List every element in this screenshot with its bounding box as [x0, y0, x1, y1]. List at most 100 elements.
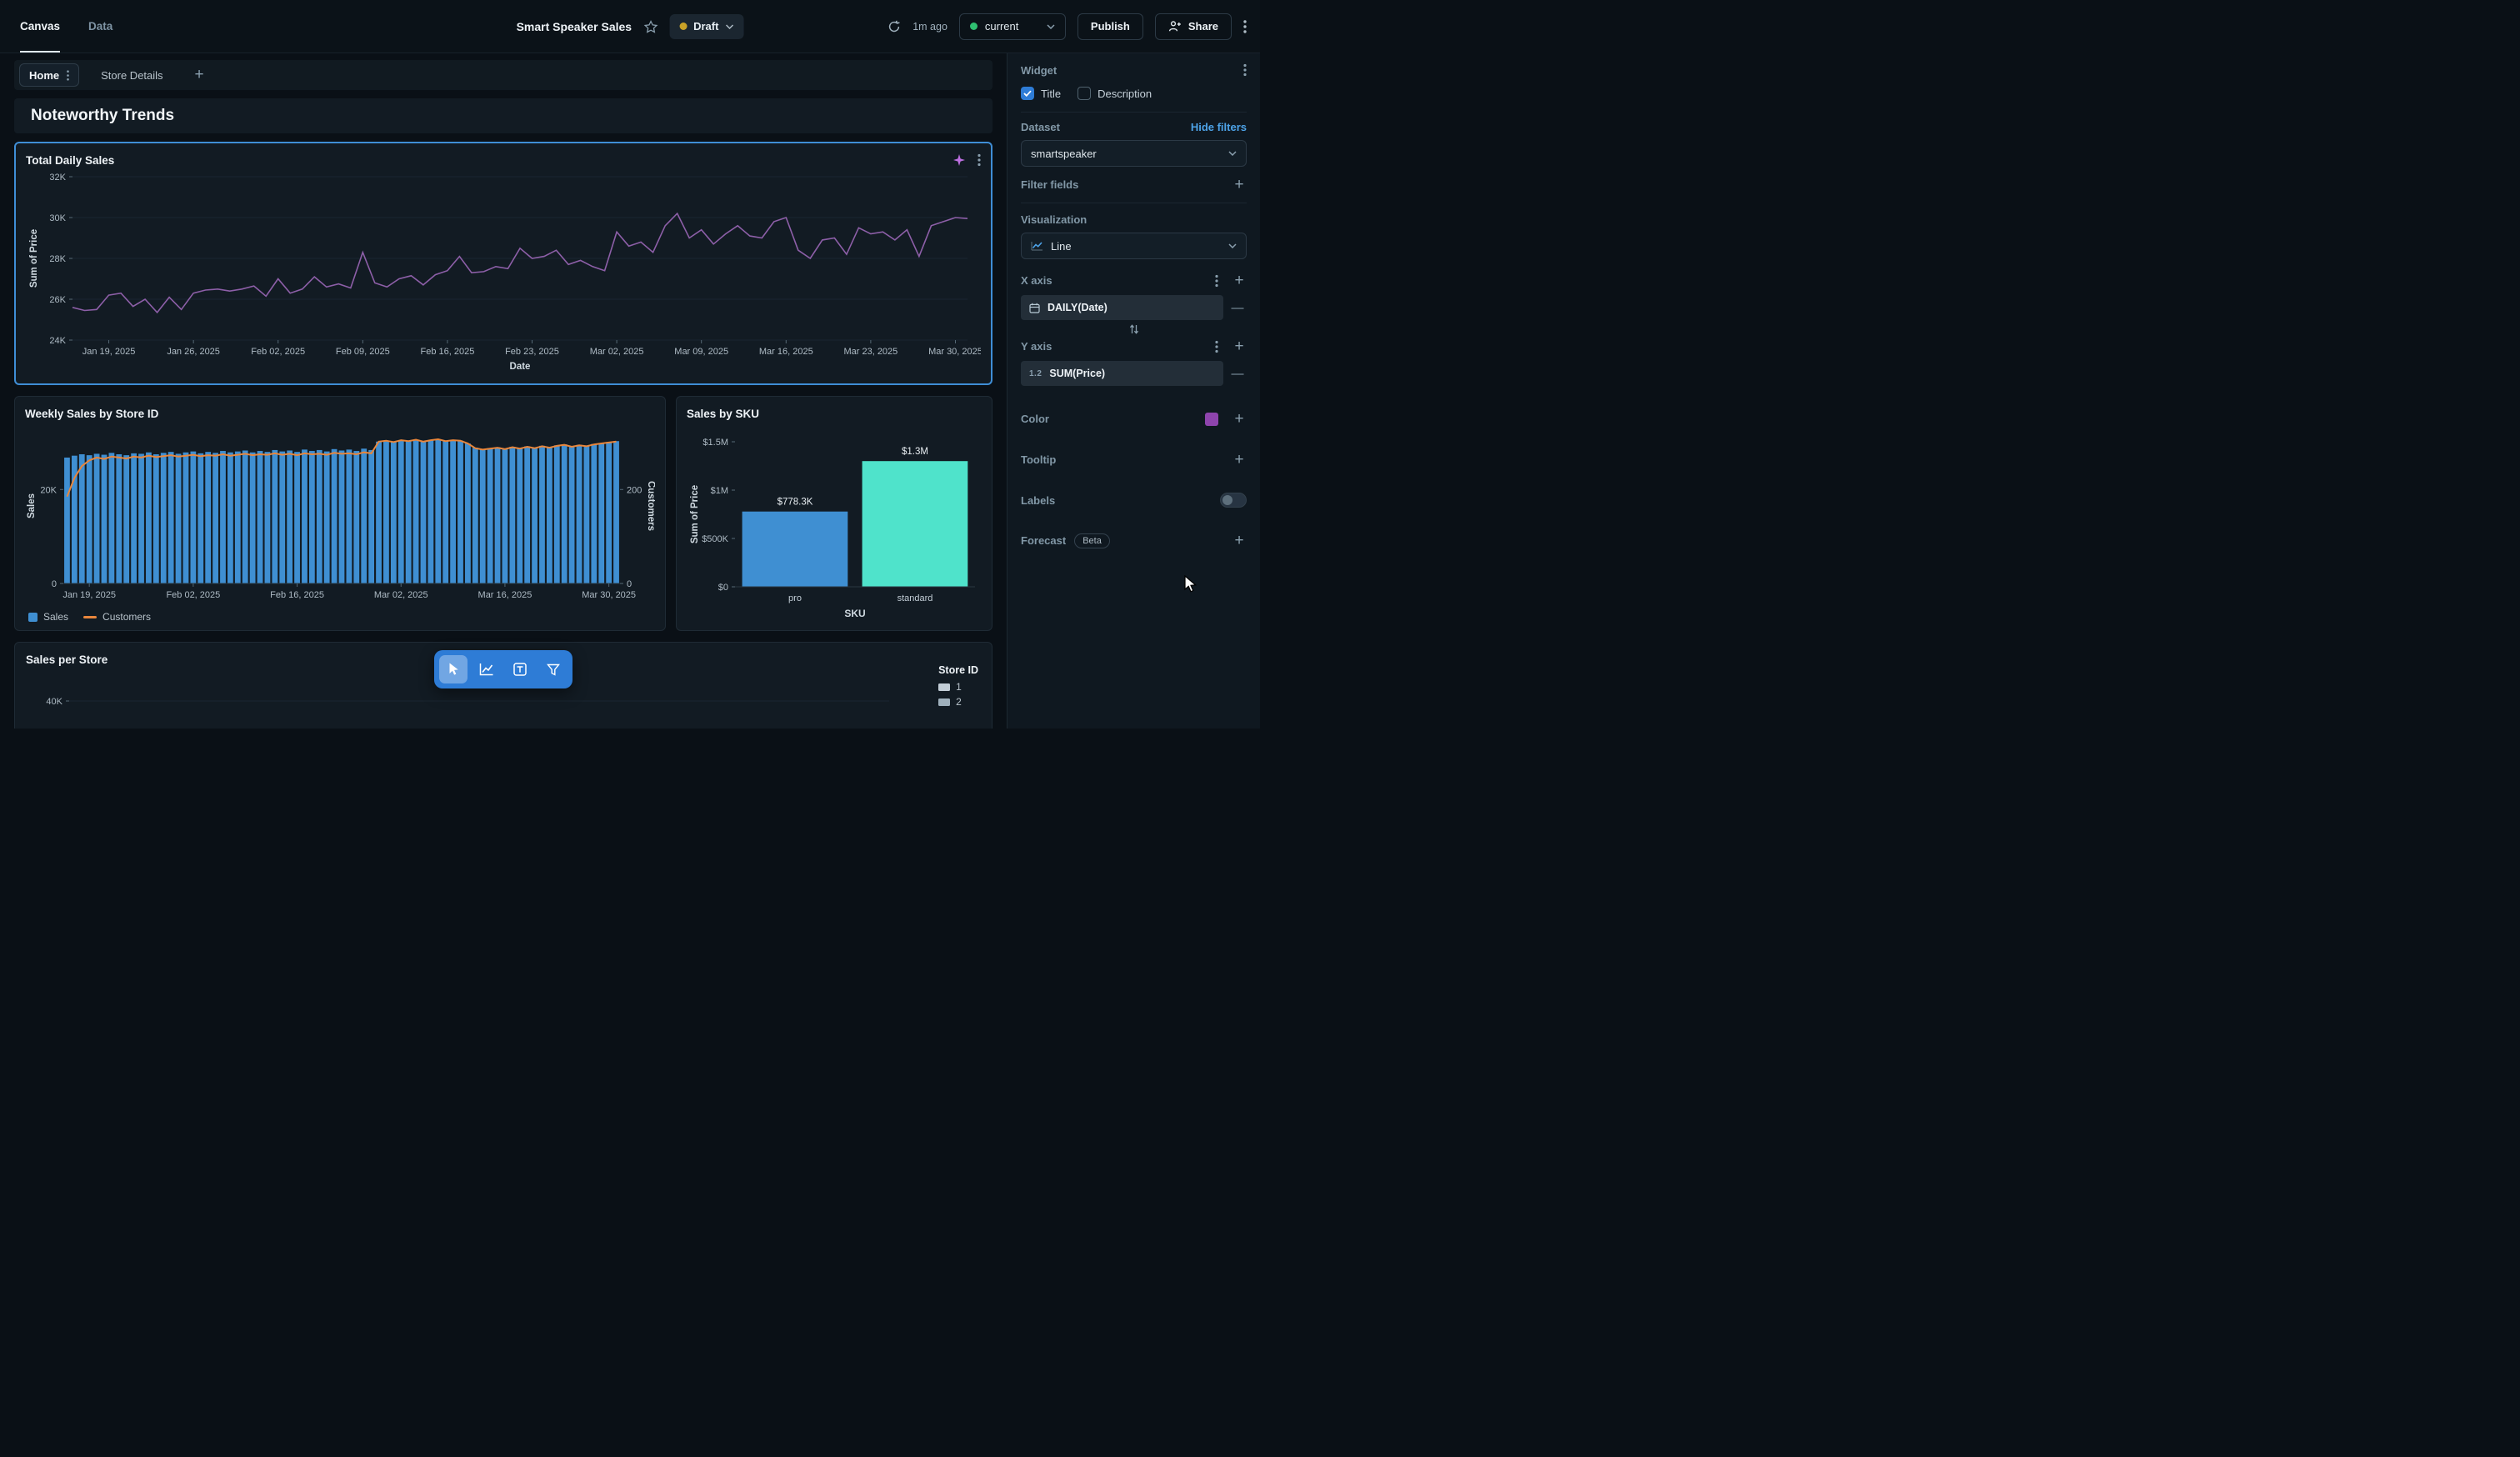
- widget-total-daily-sales[interactable]: Total Daily Sales 24K26K28K30K32KJan 19,…: [14, 142, 992, 385]
- refresh-icon[interactable]: [888, 20, 901, 33]
- labels-toggle[interactable]: [1220, 493, 1247, 508]
- title-checkbox[interactable]: [1021, 87, 1034, 100]
- x-axis-field-row: DAILY(Date) —: [1021, 295, 1247, 320]
- svg-text:Mar 02, 2025: Mar 02, 2025: [590, 347, 644, 357]
- widget-weekly-sales-by-store-id[interactable]: Weekly Sales by Store ID 020K0200Jan 19,…: [14, 396, 666, 631]
- legend-line-swatch: [83, 616, 97, 618]
- y-axis-field-pill[interactable]: 1.2 SUM(Price): [1021, 361, 1223, 386]
- svg-text:$1.3M: $1.3M: [902, 447, 928, 457]
- remove-x-field-button[interactable]: —: [1228, 301, 1247, 315]
- dataset-section-header: Dataset Hide filters: [1021, 121, 1247, 133]
- add-x-field-button[interactable]: +: [1232, 273, 1247, 288]
- description-checkbox-label: Description: [1098, 88, 1152, 100]
- legend-label: 2: [956, 696, 962, 708]
- svg-text:Feb 02, 2025: Feb 02, 2025: [251, 347, 305, 357]
- widget-section-label: Widget: [1021, 64, 1057, 77]
- swap-axes-row: [1021, 323, 1247, 335]
- description-checkbox-group[interactable]: Description: [1078, 87, 1152, 100]
- legend-item-sales: Sales: [28, 611, 68, 623]
- share-button[interactable]: Share: [1155, 13, 1232, 40]
- legend-swatch: [28, 613, 38, 622]
- canvas-heading: Noteworthy Trends: [31, 107, 174, 125]
- svg-text:26K: 26K: [49, 295, 66, 305]
- kebab-icon[interactable]: [67, 70, 69, 81]
- visualization-section-label: Visualization: [1021, 213, 1087, 226]
- description-checkbox[interactable]: [1078, 87, 1091, 100]
- text-tool-button[interactable]: [506, 655, 534, 683]
- topbar-actions: 1m ago current Publish Share: [888, 13, 1247, 40]
- kebab-icon[interactable]: [978, 153, 981, 167]
- visualization-selected-value: Line: [1051, 240, 1072, 253]
- tab-canvas[interactable]: Canvas: [20, 0, 60, 53]
- tab-data[interactable]: Data: [88, 0, 112, 53]
- status-dropdown[interactable]: Draft: [669, 14, 743, 39]
- remove-y-field-button[interactable]: —: [1228, 367, 1247, 381]
- kebab-icon[interactable]: [1215, 274, 1218, 288]
- version-dropdown[interactable]: current: [959, 13, 1066, 40]
- page-tab-store-details[interactable]: Store Details: [89, 69, 174, 82]
- kebab-icon[interactable]: [1215, 340, 1218, 353]
- add-page-button[interactable]: +: [188, 66, 211, 84]
- legend-item-store-2: 2: [938, 696, 978, 708]
- kebab-icon[interactable]: [1243, 63, 1247, 77]
- chart-header: Sales by SKU: [687, 403, 982, 423]
- share-people-icon: [1168, 20, 1182, 33]
- publish-button[interactable]: Publish: [1078, 13, 1143, 40]
- svg-text:standard: standard: [898, 593, 933, 603]
- swap-axes-icon[interactable]: [1129, 323, 1139, 335]
- page-tab-home[interactable]: Home: [19, 63, 79, 87]
- title-checkbox-group[interactable]: Title: [1021, 87, 1061, 100]
- widget-options: Title Description: [1021, 87, 1247, 100]
- add-y-field-button[interactable]: +: [1232, 338, 1247, 354]
- legend-label: Customers: [102, 611, 151, 623]
- color-swatch[interactable]: [1205, 413, 1218, 426]
- svg-text:Mar 16, 2025: Mar 16, 2025: [759, 347, 813, 357]
- svg-text:SKU: SKU: [844, 608, 865, 619]
- add-tooltip-button[interactable]: +: [1232, 452, 1247, 468]
- favorite-star-icon[interactable]: [643, 20, 658, 33]
- chevron-down-icon: [1228, 243, 1237, 248]
- y-axis-field-row: 1.2 SUM(Price) —: [1021, 361, 1247, 386]
- legend-label: Sales: [43, 611, 68, 623]
- svg-text:30K: 30K: [49, 213, 66, 223]
- topbar: Canvas Data Smart Speaker Sales Draft 1m…: [0, 0, 1260, 53]
- funnel-icon: [547, 663, 560, 676]
- hide-filters-link[interactable]: Hide filters: [1191, 121, 1247, 133]
- svg-text:Mar 30, 2025: Mar 30, 2025: [928, 347, 981, 357]
- x-axis-field-pill[interactable]: DAILY(Date): [1021, 295, 1223, 320]
- svg-text:Sum of Price: Sum of Price: [690, 485, 700, 543]
- filter-tool-button[interactable]: [539, 655, 568, 683]
- page-tab-strip: Home Store Details +: [14, 60, 992, 90]
- svg-text:$1.5M: $1.5M: [702, 438, 728, 448]
- add-color-button[interactable]: +: [1232, 411, 1247, 427]
- combo-chart-canvas: 020K0200Jan 19, 2025Feb 02, 2025Feb 16, …: [25, 423, 655, 608]
- svg-text:Feb 23, 2025: Feb 23, 2025: [505, 347, 559, 357]
- labels-label: Labels: [1021, 494, 1055, 507]
- svg-text:Feb 09, 2025: Feb 09, 2025: [336, 347, 390, 357]
- topbar-nav: Canvas Data: [20, 0, 112, 53]
- calendar-icon: [1029, 303, 1040, 313]
- dataset-select[interactable]: smartspeaker: [1021, 140, 1247, 167]
- add-forecast-button[interactable]: +: [1232, 533, 1247, 548]
- svg-text:$0: $0: [718, 583, 728, 593]
- svg-text:Date: Date: [510, 362, 531, 372]
- chart-tool-button[interactable]: [472, 655, 501, 683]
- last-updated-label: 1m ago: [912, 21, 948, 33]
- add-filter-button[interactable]: +: [1232, 177, 1247, 193]
- chart-header: Weekly Sales by Store ID: [25, 403, 655, 423]
- select-tool-button[interactable]: [439, 655, 468, 683]
- visualization-select[interactable]: Line: [1021, 233, 1247, 259]
- color-label: Color: [1021, 413, 1049, 425]
- svg-text:$500K: $500K: [702, 534, 728, 544]
- widget-sales-by-sku[interactable]: Sales by SKU $0$500K$1M$1.5M$778.3Kpro$1…: [676, 396, 992, 631]
- svg-text:32K: 32K: [49, 173, 66, 183]
- svg-text:pro: pro: [788, 593, 802, 603]
- dataset-section-label: Dataset: [1021, 121, 1060, 133]
- ai-sparkle-icon[interactable]: [952, 153, 966, 167]
- tooltip-label: Tooltip: [1021, 453, 1056, 466]
- chevron-down-icon: [725, 24, 733, 29]
- more-menu-icon[interactable]: [1243, 19, 1247, 34]
- chart-legend: Sales Customers: [25, 608, 655, 626]
- svg-text:Jan 19, 2025: Jan 19, 2025: [82, 347, 136, 357]
- text-widget[interactable]: Noteworthy Trends: [14, 98, 992, 133]
